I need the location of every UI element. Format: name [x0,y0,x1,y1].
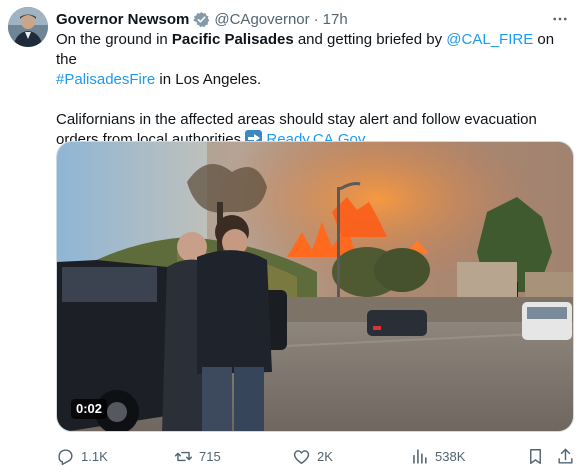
text-segment: in Los Angeles. [155,71,262,88]
views-icon [413,448,427,464]
hashtag-link[interactable]: #PalisadesFire [56,71,155,88]
separator: · [313,10,319,28]
more-icon[interactable] [550,9,570,29]
tweet-header: Governor Newsom @CAgovernor · 17h [56,9,348,29]
video-player[interactable]: 0:02 [56,141,574,432]
reply-icon [58,448,73,465]
tweet-text: On the ground in Pacific Palisades and g… [56,30,576,150]
verified-badge-icon [193,11,210,28]
author-handle[interactable]: @CAgovernor [214,11,309,28]
reply-count: 1.1K [81,448,108,464]
repost-count: 715 [199,448,221,464]
video-frame [57,142,573,431]
text-segment: and getting briefed by [293,31,447,48]
author-name[interactable]: Governor Newsom [56,11,189,28]
repost-button[interactable]: 715 [174,447,221,466]
tweet[interactable]: Governor Newsom @CAgovernor · 17h On the… [0,0,588,473]
repost-icon [174,451,193,461]
views-count: 538K [435,448,466,464]
share-icon [558,448,573,464]
like-button[interactable]: 2K [292,447,333,466]
timestamp[interactable]: 17h [323,11,348,28]
like-icon [293,449,310,464]
views-button[interactable]: 538K [410,447,465,466]
action-bar: 1.1K 715 2K 538K [56,444,576,468]
bookmark-button[interactable] [526,447,545,466]
video-duration: 0:02 [71,399,108,419]
reply-button[interactable]: 1.1K [56,447,108,466]
like-count: 2K [317,448,333,464]
text-bold: Pacific Palisades [171,31,294,48]
bookmark-icon [530,448,541,464]
mention-link[interactable]: @CAL_FIRE [446,31,533,48]
avatar[interactable] [8,7,48,47]
text-segment: On the ground in [56,31,172,48]
share-button[interactable] [556,447,575,466]
